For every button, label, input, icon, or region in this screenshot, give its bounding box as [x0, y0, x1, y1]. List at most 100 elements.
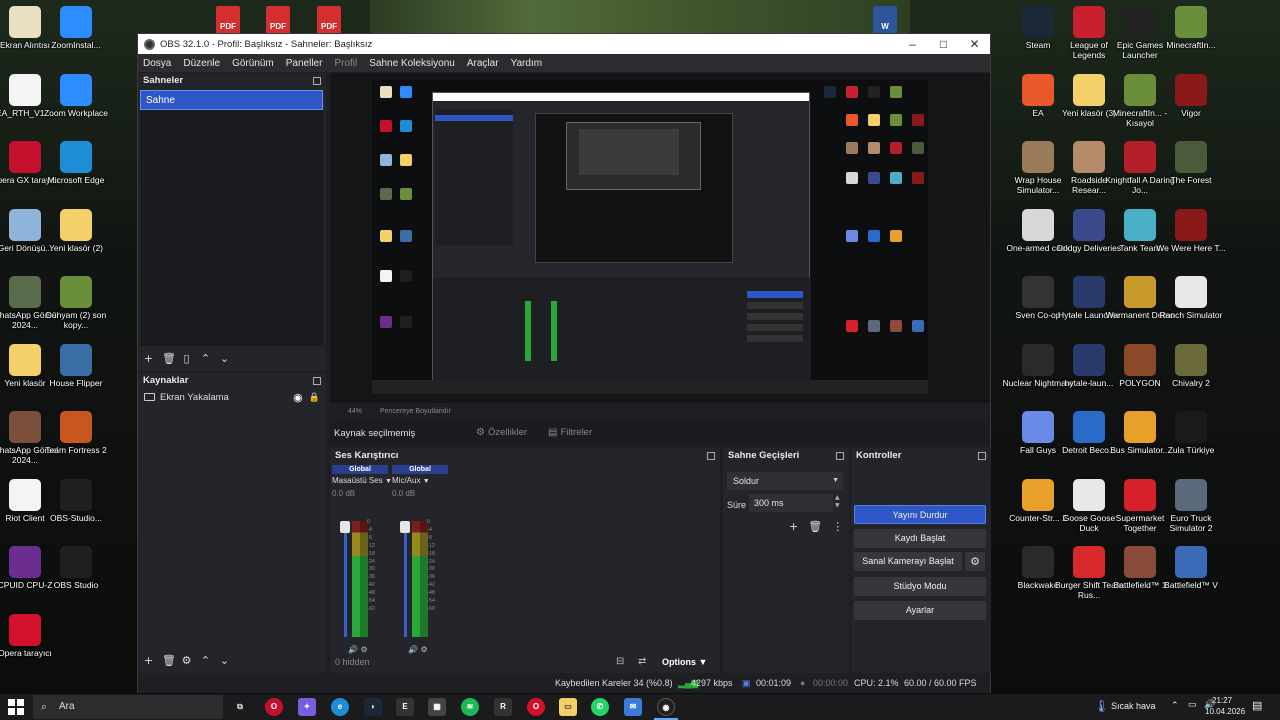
zoom-level[interactable]: 44%: [348, 408, 362, 415]
menu-view[interactable]: Görünüm: [232, 58, 274, 69]
desktop-icon[interactable]: OBS Studio: [40, 546, 112, 590]
menu-scene-collection[interactable]: Sahne Koleksiyonu: [369, 58, 455, 69]
maximize-icon[interactable]: □: [928, 37, 959, 51]
desktop-icon[interactable]: Opera tarayıcı: [0, 613, 61, 658]
desktop-icon[interactable]: Zula Türkiye: [1155, 411, 1227, 455]
desktop-icon[interactable]: Chivalry 2: [1155, 343, 1227, 388]
dock-float-icon[interactable]: [313, 76, 321, 85]
gear-icon[interactable]: ⚙: [965, 552, 985, 571]
desktop-icon[interactable]: Dünyam (2) son kopy...: [40, 276, 112, 330]
settings-button[interactable]: Ayarlar: [854, 601, 986, 620]
file-explorer-icon[interactable]: ▭: [559, 698, 577, 716]
layout-icon[interactable]: ⊟: [616, 656, 624, 667]
opera-icon[interactable]: O: [527, 698, 545, 716]
desktop-icon[interactable]: We Were Here T...: [1155, 208, 1227, 253]
gear-icon[interactable]: ⚙: [181, 654, 192, 667]
epic-icon[interactable]: E: [396, 698, 414, 716]
menu-docks[interactable]: Paneller: [286, 58, 323, 69]
dock-float-icon[interactable]: [836, 451, 844, 460]
desktop-icon[interactable]: The Forest: [1155, 141, 1227, 185]
spin-arrows-icon[interactable]: ▲ ▼: [835, 494, 840, 510]
dock-float-icon[interactable]: [313, 376, 321, 385]
menu-tools[interactable]: Araçlar: [467, 58, 499, 69]
network-icon[interactable]: ▭: [1188, 699, 1197, 710]
options-button[interactable]: Options ▼: [662, 657, 707, 667]
volume-fader[interactable]: [400, 521, 410, 637]
menu-help[interactable]: Yardım: [511, 58, 543, 69]
menu-file[interactable]: Dosya: [143, 58, 171, 69]
start-record-button[interactable]: Kaydı Başlat: [854, 529, 986, 548]
obs-icon[interactable]: ◉: [657, 698, 675, 716]
virtual-camera-button[interactable]: Sanal Kamerayı Başlat: [854, 552, 962, 571]
source-item[interactable]: Ekran Yakalama ◉ 🔒: [138, 388, 326, 406]
close-icon[interactable]: ✕: [959, 37, 990, 51]
opera-gx-icon[interactable]: O: [265, 698, 283, 716]
add-icon[interactable]: +: [143, 352, 154, 365]
desktop-icon[interactable]: Euro Truck Simulator 2: [1155, 478, 1227, 533]
move-up-icon[interactable]: ⌃: [200, 352, 211, 365]
mail-icon[interactable]: ✉: [624, 698, 642, 716]
filters-button[interactable]: ▤ Filtreler: [548, 427, 592, 438]
word-file-icon[interactable]: W: [873, 6, 897, 34]
transition-select[interactable]: Soldur ▼: [727, 472, 843, 490]
clock-time[interactable]: 21:27: [1212, 696, 1232, 705]
lock-icon[interactable]: 🔒: [309, 392, 320, 403]
copilot-icon[interactable]: ✦: [298, 698, 316, 716]
desktop-icon[interactable]: House Flipper: [40, 343, 112, 388]
weather-icon[interactable]: 🌡: [1094, 699, 1109, 713]
stop-stream-button[interactable]: Yayını Durdur: [854, 505, 986, 524]
add-icon[interactable]: +: [789, 520, 798, 533]
title-bar[interactable]: OBS 32.1.0 - Profil: Başlıksız - Sahnele…: [138, 34, 990, 54]
trash-icon[interactable]: 🗑: [162, 654, 176, 667]
menu-profile[interactable]: Profil: [334, 58, 357, 69]
edge-icon[interactable]: e: [331, 698, 349, 716]
rockstar-icon[interactable]: R: [494, 698, 512, 716]
desktop-icon[interactable]: Team Fortress 2: [40, 411, 112, 455]
minimize-icon[interactable]: –: [897, 37, 928, 51]
desktop-icon[interactable]: Vigor: [1155, 73, 1227, 118]
desktop-icon[interactable]: OBS-Studio...: [40, 478, 112, 523]
trash-icon[interactable]: 🗑: [808, 520, 822, 533]
store-icon[interactable]: ▦: [428, 698, 446, 716]
move-down-icon[interactable]: ⌄: [219, 352, 230, 365]
speaker-icon[interactable]: 🔊: [408, 645, 418, 654]
speaker-icon[interactable]: 🔊: [348, 645, 358, 654]
preview-area[interactable]: [330, 73, 990, 403]
hidden-count[interactable]: 0 hidden: [335, 657, 370, 667]
windows-start-icon[interactable]: [8, 699, 24, 715]
desktop-icon[interactable]: Zoom Workplace: [40, 73, 112, 118]
add-icon[interactable]: +: [143, 654, 154, 667]
duration-input[interactable]: 300 ms: [749, 494, 833, 512]
fader-knob[interactable]: [400, 521, 410, 533]
channel-name[interactable]: Masaüstü Ses ▼: [332, 476, 392, 485]
volume-fader[interactable]: [340, 521, 350, 637]
trash-icon[interactable]: 🗑: [162, 352, 176, 365]
eye-icon[interactable]: ◉: [293, 391, 303, 404]
spotify-icon[interactable]: ≋: [461, 698, 479, 716]
dock-float-icon[interactable]: [978, 451, 986, 460]
weather-text[interactable]: Sıcak hava: [1111, 701, 1156, 711]
studio-mode-button[interactable]: Stüdyo Modu: [854, 577, 986, 596]
chevron-up-icon[interactable]: ⌃: [1171, 700, 1179, 711]
search-input[interactable]: ⌕ Ara: [33, 695, 223, 719]
task-view-icon[interactable]: ⧉: [231, 698, 249, 716]
desktop-icon[interactable]: Microsoft Edge: [40, 141, 112, 185]
fader-knob[interactable]: [340, 521, 350, 533]
link-icon[interactable]: ⇄: [638, 656, 646, 667]
pdf-file-icon[interactable]: PDF: [266, 6, 290, 34]
desktop-icon[interactable]: ZoomInstal...: [40, 6, 112, 50]
clock-date[interactable]: 10.04.2026: [1205, 707, 1245, 716]
notification-icon[interactable]: ▤: [1252, 699, 1262, 712]
desktop-icon[interactable]: Battlefield™ V: [1155, 546, 1227, 590]
properties-button[interactable]: ⚙ Özellikler: [476, 427, 527, 438]
gear-icon[interactable]: ⚙: [361, 645, 368, 654]
channel-name[interactable]: Mic/Aux ▼: [392, 476, 448, 485]
move-down-icon[interactable]: ⌄: [219, 654, 230, 667]
pdf-file-icon[interactable]: PDF: [216, 6, 240, 34]
filter-icon[interactable]: ▯: [181, 352, 192, 365]
move-up-icon[interactable]: ⌃: [200, 654, 211, 667]
steam-icon[interactable]: ◗: [364, 698, 382, 716]
desktop-icon[interactable]: MinecraftIn...: [1155, 6, 1227, 50]
pdf-file-icon[interactable]: PDF: [317, 6, 341, 34]
scene-item[interactable]: Sahne: [140, 90, 323, 110]
